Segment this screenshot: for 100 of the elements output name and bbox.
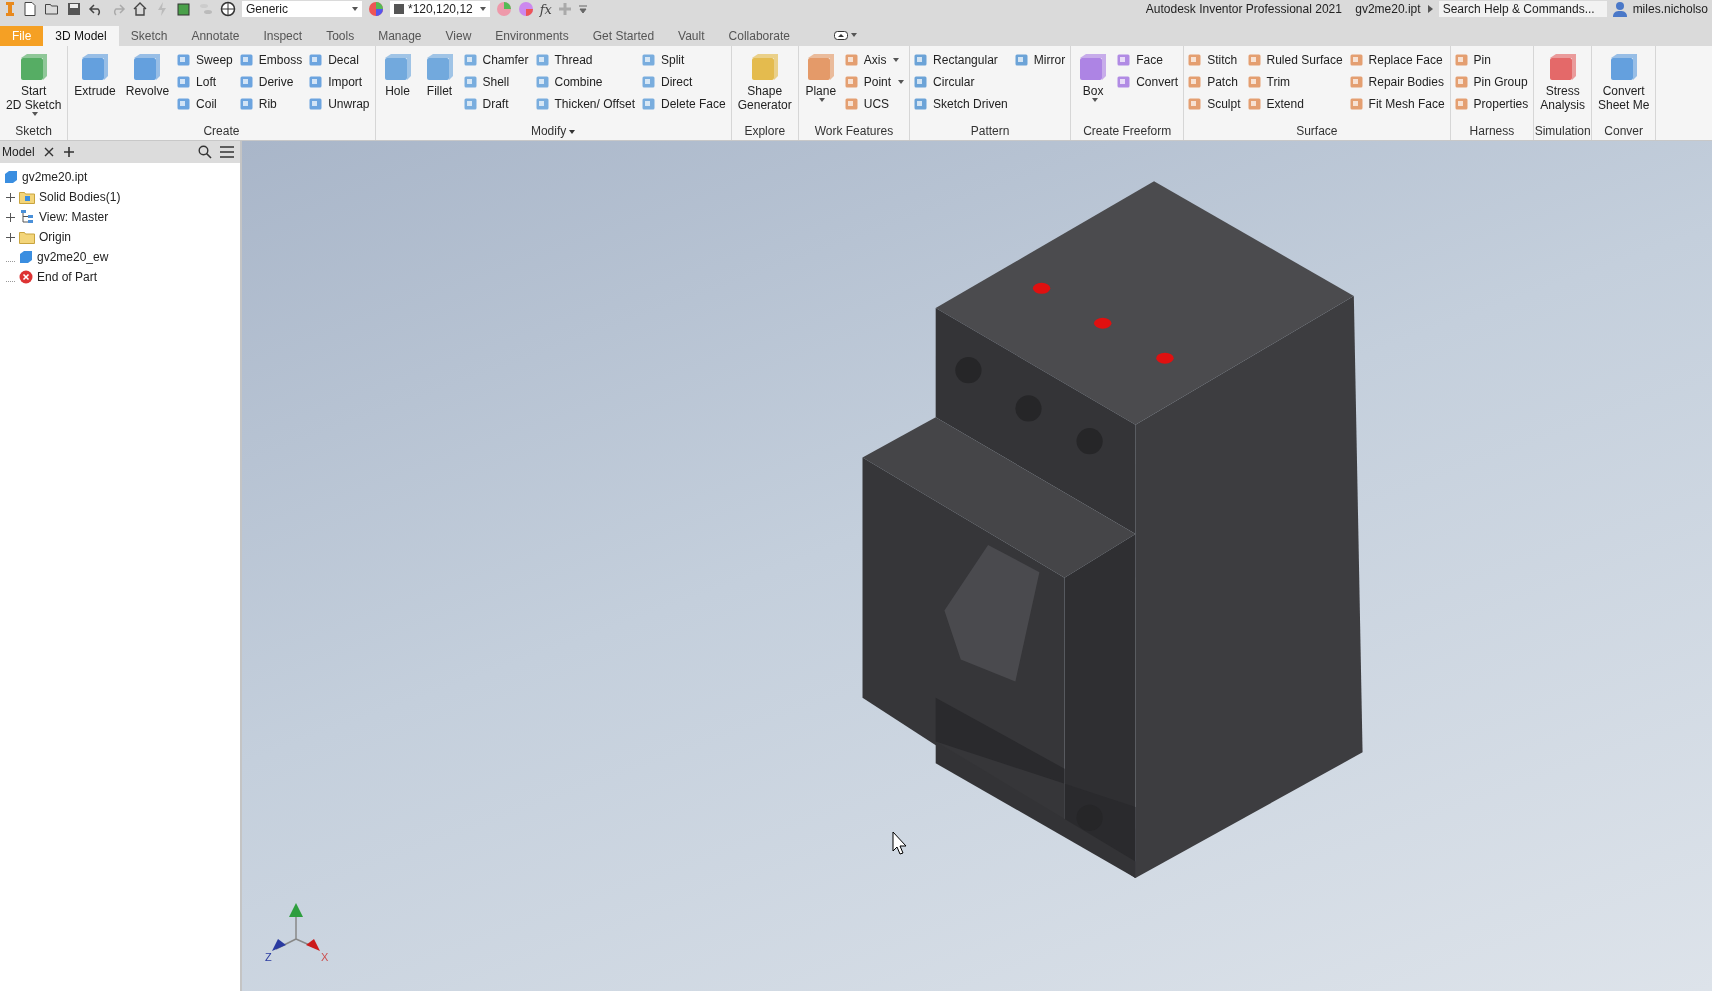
ribbon-large-button[interactable]: Fillet	[420, 50, 459, 122]
ribbon-large-button[interactable]: Box	[1074, 50, 1113, 122]
home-icon[interactable]	[132, 1, 148, 17]
ribbon-button[interactable]: Repair Bodies	[1348, 72, 1447, 91]
ribbon-large-button[interactable]: Convert Sheet Me	[1595, 50, 1653, 122]
ribbon-large-button[interactable]: Stress Analysis	[1537, 50, 1588, 122]
ribbon-tab[interactable]: View	[433, 26, 484, 46]
color-wheel-icon[interactable]	[517, 1, 534, 17]
tree-item[interactable]: gv2me20.ipt	[22, 170, 88, 184]
panel-title[interactable]: Modify	[375, 122, 731, 140]
ribbon-button[interactable]: Pin Group	[1453, 72, 1531, 91]
search-icon[interactable]	[198, 145, 212, 159]
ribbon-button[interactable]: Direct	[641, 72, 728, 91]
ribbon-button[interactable]: Trim	[1246, 72, 1345, 91]
close-icon[interactable]	[42, 146, 55, 158]
search-field[interactable]: Search Help & Commands...	[1438, 1, 1607, 17]
ribbon-tab[interactable]: 3D Model	[43, 26, 119, 46]
ribbon-large-button[interactable]: Revolve	[122, 50, 173, 122]
ribbon-button[interactable]: Emboss	[238, 50, 305, 69]
folder-icon	[19, 230, 35, 244]
tree-item[interactable]: View: Master	[39, 210, 109, 224]
expand-icon[interactable]	[6, 192, 15, 202]
ribbon-button[interactable]: Thicken/ Offset	[534, 94, 637, 113]
color-dropdown[interactable]: *120,120,12	[390, 1, 490, 17]
ribbon-button[interactable]: Combine	[534, 72, 637, 91]
ribbon-button[interactable]: Rib	[238, 94, 305, 113]
ribbon-button[interactable]: Split	[641, 50, 728, 69]
ribbon-tab[interactable]: Annotate	[179, 26, 252, 46]
ribbon-button[interactable]: Pin	[1453, 50, 1531, 69]
panel-title: Harness	[1468, 123, 1516, 140]
style-dropdown[interactable]: Generic	[242, 1, 362, 17]
ribbon-large-button[interactable]: Start 2D Sketch	[3, 50, 65, 122]
ribbon-button[interactable]: Chamfer	[462, 50, 531, 69]
user-icon[interactable]	[1612, 1, 1627, 17]
ribbon-button[interactable]: Rectangular	[913, 50, 1010, 69]
ribbon-button[interactable]: Sculpt	[1187, 94, 1243, 113]
sphere-grid-icon[interactable]	[220, 1, 236, 17]
ribbon-large-button[interactable]: Extrude	[71, 50, 119, 122]
user-name[interactable]: miles.nicholso	[1632, 2, 1708, 16]
ribbon-button[interactable]: Sweep	[176, 50, 235, 69]
save-icon[interactable]	[66, 1, 82, 17]
ribbon-button[interactable]: Decal	[308, 50, 372, 69]
panel-title: Explore	[743, 123, 787, 140]
ribbon-large-button[interactable]: Shape Generator	[734, 50, 795, 122]
ribbon-button[interactable]: Unwrap	[308, 94, 372, 113]
ribbon-button[interactable]: Axis	[843, 50, 907, 69]
ribbon-button[interactable]: Stitch	[1187, 50, 1243, 69]
ribbon-button[interactable]: Convert	[1116, 72, 1181, 91]
ribbon-button[interactable]: Draft	[462, 94, 531, 113]
ribbon-button[interactable]: Shell	[462, 72, 531, 91]
model-tab[interactable]: Model	[2, 145, 35, 159]
expand-icon[interactable]	[6, 212, 15, 222]
add-icon[interactable]	[62, 146, 75, 158]
ribbon-button[interactable]: Properties	[1453, 94, 1531, 113]
panel-title: Create	[202, 123, 241, 140]
ribbon-button[interactable]: Replace Face	[1348, 50, 1447, 69]
ribbon-tab[interactable]: Collaborate	[716, 26, 802, 46]
ribbon-tab[interactable]: Vault	[666, 26, 717, 46]
ribbon-button[interactable]: Derive	[238, 72, 305, 91]
ribbon-button[interactable]: UCS	[843, 94, 907, 113]
tree-item[interactable]: Solid Bodies(1)	[39, 190, 121, 204]
formula-button[interactable]: fx	[539, 1, 552, 17]
ribbon-button[interactable]: Mirror	[1013, 50, 1068, 69]
ribbon-button[interactable]: Fit Mesh Face	[1348, 94, 1447, 113]
ribbon-tab[interactable]: Get Started	[580, 26, 667, 46]
ribbon-button[interactable]: Import	[308, 72, 372, 91]
ribbon-button[interactable]: Delete Face	[641, 94, 728, 113]
ribbon-button[interactable]: Extend	[1246, 94, 1345, 113]
ribbon-button[interactable]: Ruled Surface	[1246, 50, 1345, 69]
ribbon-button[interactable]: Circular	[913, 72, 1010, 91]
menu-icon[interactable]	[220, 146, 234, 158]
open-folder-icon[interactable]	[44, 1, 60, 17]
tree-item[interactable]: Origin	[39, 230, 71, 244]
block-icon[interactable]	[176, 1, 192, 17]
tree-item[interactable]: gv2me20_ew	[37, 250, 109, 264]
ribbon-button[interactable]: Loft	[176, 72, 235, 91]
expand-icon[interactable]	[6, 232, 15, 242]
ribbon-button[interactable]: Point	[843, 72, 907, 91]
ribbon-button[interactable]: Patch	[1187, 72, 1243, 91]
ribbon-tab[interactable]: Environments	[483, 26, 581, 46]
ribbon-button[interactable]: Coil	[176, 94, 235, 113]
caret-icon[interactable]	[577, 4, 588, 14]
ribbon-button[interactable]: Face	[1116, 50, 1181, 69]
expand-arrow-icon[interactable]	[1426, 5, 1433, 13]
ribbon-button[interactable]: Thread	[534, 50, 637, 69]
color-wheel-icon[interactable]	[368, 1, 384, 17]
window-title: Autodesk Inventor Professional 2021 gv2me20.ipt	[1145, 2, 1421, 16]
color-wheel-icon[interactable]	[495, 1, 512, 17]
cursor-icon	[892, 831, 907, 855]
ribbon-large-button[interactable]: Hole	[378, 50, 417, 122]
ribbon-toggle-icon	[833, 30, 848, 40]
ribbon-tab[interactable]: Tools	[314, 26, 367, 46]
ribbon-button[interactable]: Sketch Driven	[913, 94, 1010, 113]
new-file-icon[interactable]	[22, 1, 38, 17]
ribbon-large-button[interactable]: Plane	[801, 50, 840, 122]
ribbon-tab[interactable]: Inspect	[251, 26, 315, 46]
tree-item[interactable]: End of Part	[37, 270, 98, 284]
ribbon-tab[interactable]: Manage	[366, 26, 434, 46]
ribbon-tab[interactable]: Sketch	[118, 26, 180, 46]
panel-title: Conver	[1603, 123, 1644, 140]
